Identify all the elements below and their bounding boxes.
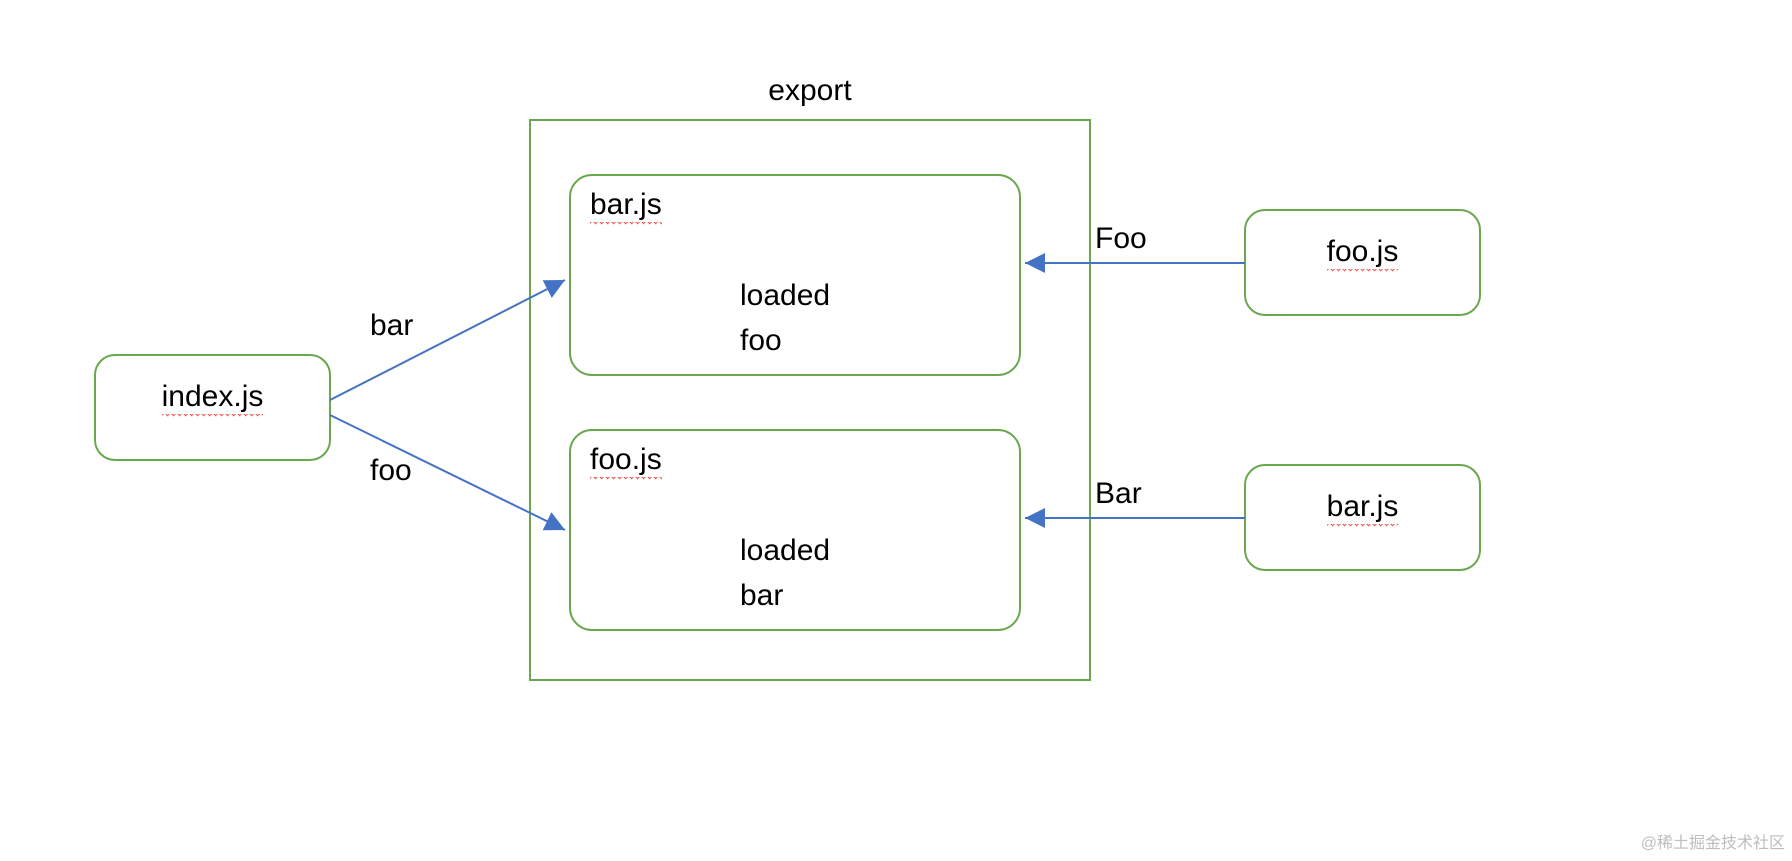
- export-title: export: [768, 74, 852, 107]
- right-bar-label: bar.js: [1327, 490, 1399, 527]
- export-container: export bar.js loaded foo foo.js loaded b…: [530, 74, 1090, 680]
- edge-index-foo-label: foo: [370, 454, 412, 487]
- right-bar-node: bar.js: [1245, 465, 1480, 570]
- index-node-label: index.js: [162, 380, 264, 417]
- right-foo-node: foo.js: [1245, 210, 1480, 315]
- edge-bar-right-label: Bar: [1095, 477, 1142, 510]
- module-bar-name: bar.js: [590, 188, 662, 225]
- module-foo-body-line1: loaded: [740, 534, 830, 567]
- module-bar-body-line2: foo: [740, 324, 782, 357]
- right-foo-label: foo.js: [1327, 235, 1399, 272]
- module-diagram: index.js export bar.js loaded foo foo.js: [0, 0, 1792, 856]
- module-bar: bar.js loaded foo: [570, 175, 1020, 375]
- module-foo-name: foo.js: [590, 443, 662, 480]
- edge-index-bar-label: bar: [370, 309, 413, 342]
- edge-foo-right-label: Foo: [1095, 222, 1147, 255]
- index-node: index.js: [95, 355, 330, 460]
- watermark: @稀土掘金技术社区: [1641, 834, 1785, 852]
- module-foo-body-line2: bar: [740, 579, 783, 612]
- module-bar-body-line1: loaded: [740, 279, 830, 312]
- module-foo: foo.js loaded bar: [570, 430, 1020, 630]
